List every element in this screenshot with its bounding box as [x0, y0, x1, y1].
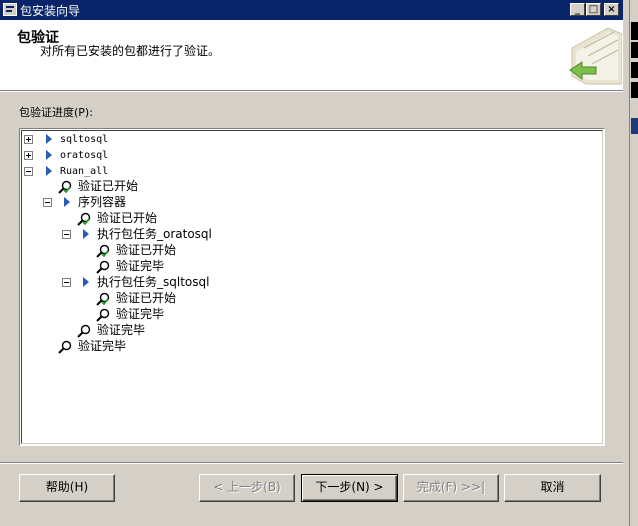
- page-subtitle: 对所有已安装的包都进行了验证。: [40, 44, 221, 58]
- window-title: 包安装向导: [20, 4, 81, 18]
- magnifier-icon: [58, 340, 72, 354]
- expand-icon[interactable]: [24, 135, 33, 144]
- finish-button[interactable]: 完成(F) >>|: [403, 474, 499, 502]
- magnifier-icon: [96, 260, 110, 274]
- cancel-button[interactable]: 取消: [504, 474, 601, 502]
- back-button[interactable]: < 上一步(B): [199, 474, 295, 502]
- collapse-icon[interactable]: [24, 167, 33, 176]
- magnifier-green-icon: [96, 244, 110, 258]
- wizard-header: 包验证 对所有已安装的包都进行了验证。: [0, 20, 623, 90]
- task-arrow-icon: [83, 229, 89, 239]
- task-arrow-icon: [83, 277, 89, 287]
- expand-icon[interactable]: [24, 151, 33, 160]
- next-button[interactable]: 下一步(N) >: [301, 474, 398, 502]
- help-button[interactable]: 帮助(H): [19, 474, 115, 502]
- title-bar[interactable]: 包安装向导 _ □ ×: [0, 0, 623, 20]
- magnifier-green-icon: [96, 292, 110, 306]
- magnifier-green-icon: [77, 212, 91, 226]
- validation-tree[interactable]: sqltosql oratosql Ruan_all 验证已开始 序列容器 验证…: [19, 128, 605, 446]
- wizard-banner-icon: [569, 27, 622, 85]
- collapse-icon[interactable]: [62, 230, 71, 239]
- collapse-icon[interactable]: [62, 278, 71, 287]
- package-arrow-icon: [46, 134, 52, 144]
- magnifier-green-icon: [58, 180, 72, 194]
- package-arrow-icon: [46, 166, 52, 176]
- background-window-edge: [623, 0, 638, 526]
- close-button[interactable]: ×: [604, 3, 619, 16]
- maximize-button[interactable]: □: [586, 3, 601, 16]
- magnifier-icon: [77, 324, 91, 338]
- progress-label: 包验证进度(P):: [19, 106, 93, 119]
- app-icon: [3, 3, 17, 16]
- collapse-icon[interactable]: [43, 198, 52, 207]
- package-arrow-icon: [46, 150, 52, 160]
- container-arrow-icon: [64, 197, 70, 207]
- minimize-button[interactable]: _: [570, 3, 585, 16]
- magnifier-icon: [96, 308, 110, 322]
